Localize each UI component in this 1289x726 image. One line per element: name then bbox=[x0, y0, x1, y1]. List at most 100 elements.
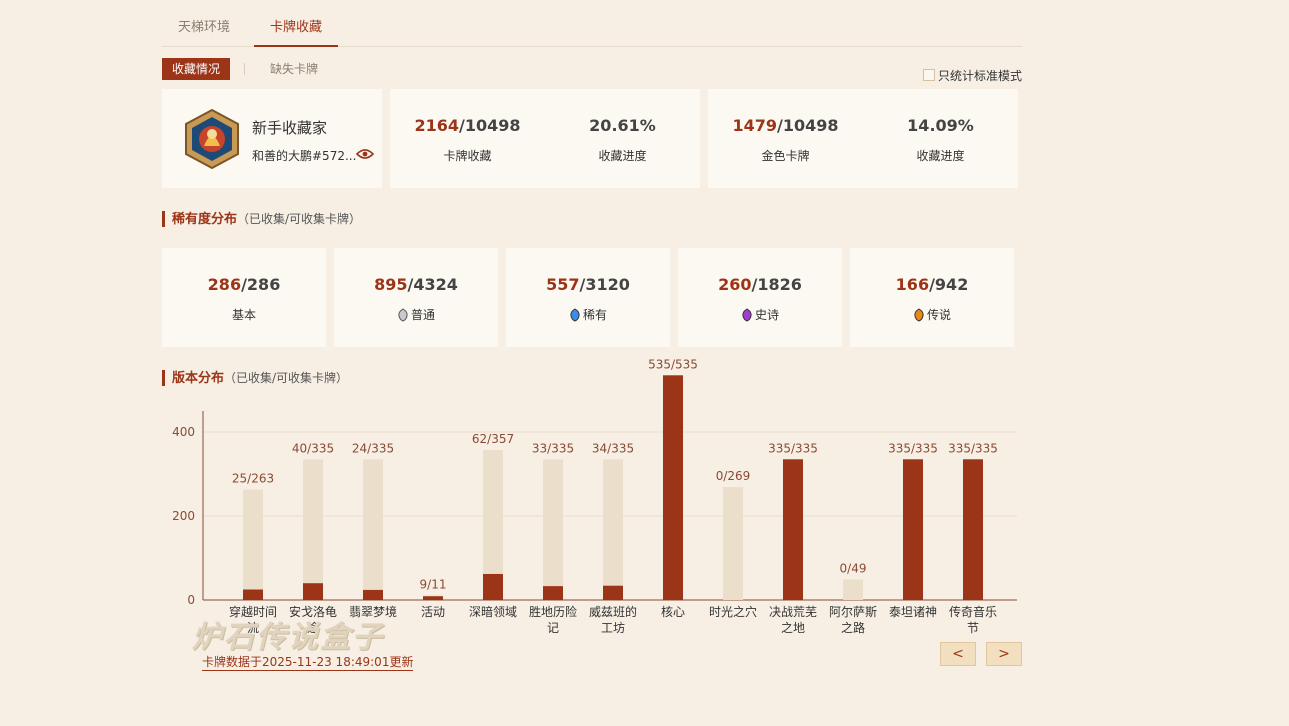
rarity-total: /4324 bbox=[407, 275, 458, 294]
x-tick-label: 核心 bbox=[661, 605, 685, 619]
rarity-owned: 557 bbox=[546, 275, 580, 294]
rarity-total: /3120 bbox=[579, 275, 630, 294]
version-bar-chart: 020040025/263穿越时间流40/335安戈洛龟途24/335翡翠梦境9… bbox=[172, 357, 1017, 635]
bar-total bbox=[363, 459, 383, 600]
rarity-owned: 260 bbox=[718, 275, 752, 294]
prev-page-button[interactable]: < bbox=[940, 642, 976, 666]
bar-total bbox=[723, 487, 743, 600]
x-tick-label: 泰坦诸神 bbox=[889, 605, 937, 619]
rare-gem-icon bbox=[570, 308, 580, 322]
x-tick-label: 传奇音乐 bbox=[949, 604, 997, 619]
golden-pct-label: 收藏进度 bbox=[916, 149, 965, 163]
golden-total: /10498 bbox=[777, 116, 839, 135]
next-page-button[interactable]: > bbox=[986, 642, 1022, 666]
rarity-card-basic: 286/286 基本 bbox=[162, 248, 326, 347]
bar-collected bbox=[543, 586, 563, 600]
bar-collected bbox=[963, 459, 983, 600]
rarity-card-rare: 557/3120 稀有 bbox=[506, 248, 670, 347]
x-tick-label: 节 bbox=[967, 621, 979, 635]
data-label: 0/269 bbox=[716, 469, 751, 483]
profile-title: 新手收藏家 bbox=[252, 119, 328, 137]
epic-gem-icon bbox=[742, 308, 752, 322]
golden-label: 金色卡牌 bbox=[761, 149, 810, 163]
rarity-card-legendary: 166/942 传说 bbox=[850, 248, 1014, 347]
bar-collected bbox=[903, 459, 923, 600]
cards-label: 卡牌收藏 bbox=[443, 149, 492, 163]
rarity-owned: 166 bbox=[895, 275, 930, 294]
checkbox-box[interactable] bbox=[923, 69, 935, 81]
data-label: 0/49 bbox=[840, 561, 867, 575]
subtab-divider bbox=[244, 63, 245, 75]
collector-badge-icon bbox=[185, 108, 239, 170]
golden-collection-card: 1479/10498 金色卡牌 14.09% 收藏进度 bbox=[708, 89, 1018, 188]
cards-pct-label: 收藏进度 bbox=[598, 149, 647, 163]
data-label: 335/335 bbox=[888, 441, 938, 455]
data-label: 335/335 bbox=[768, 441, 818, 455]
bar-collected bbox=[363, 589, 383, 600]
update-timestamp-link[interactable]: 卡牌数据于2025-11-23 18:49:01更新 bbox=[202, 653, 414, 671]
y-tick-label: 200 bbox=[172, 509, 195, 523]
x-tick-label: 活动 bbox=[421, 605, 445, 619]
data-label: 9/11 bbox=[420, 577, 447, 591]
rarity-label: 传说 bbox=[926, 308, 951, 322]
cards-pct: 20.61% bbox=[589, 116, 656, 135]
subtab-collection-status[interactable]: 收藏情况 bbox=[162, 58, 230, 80]
rarity-total: /942 bbox=[929, 275, 969, 294]
tab-ladder[interactable]: 天梯环境 bbox=[162, 10, 246, 46]
golden-pct: 14.09% bbox=[907, 116, 974, 135]
x-tick-label: 之路 bbox=[841, 620, 865, 635]
x-tick-label: 工坊 bbox=[601, 620, 625, 635]
rarity-total: /1826 bbox=[751, 275, 802, 294]
rarity-section-title: 稀有度分布（已收集/可收集卡牌） bbox=[162, 211, 361, 227]
rarity-label: 稀有 bbox=[582, 308, 607, 322]
bar-total bbox=[303, 459, 323, 600]
data-label: 535/535 bbox=[648, 357, 698, 371]
rarity-owned: 895 bbox=[374, 275, 408, 294]
data-label: 40/335 bbox=[292, 441, 334, 455]
standard-only-checkbox[interactable]: 只统计标准模式 bbox=[923, 67, 1022, 83]
bar-total bbox=[543, 459, 563, 600]
bar-collected bbox=[243, 589, 263, 600]
bar-collected bbox=[423, 596, 443, 600]
x-tick-label: 时光之穴 bbox=[709, 604, 757, 619]
rarity-card-common: 895/4324 普通 bbox=[334, 248, 498, 347]
y-tick-label: 400 bbox=[172, 425, 195, 439]
x-tick-label: 深暗领域 bbox=[469, 604, 517, 619]
rarity-title: 稀有度分布 bbox=[172, 212, 238, 227]
eye-icon[interactable] bbox=[356, 148, 374, 160]
rarity-note: （已收集/可收集卡牌） bbox=[237, 212, 362, 226]
data-label: 34/335 bbox=[592, 441, 634, 455]
cards-owned: 2164 bbox=[414, 116, 459, 135]
bar-collected bbox=[603, 585, 623, 600]
y-tick-label: 0 bbox=[187, 593, 195, 607]
bar-total bbox=[843, 579, 863, 600]
legendary-gem-icon bbox=[914, 308, 924, 322]
data-label: 25/263 bbox=[232, 472, 274, 486]
rarity-owned: 286 bbox=[207, 275, 242, 294]
standard-only-label: 只统计标准模式 bbox=[938, 69, 1023, 83]
rarity-label: 史诗 bbox=[754, 308, 779, 322]
profile-username: 和善的大鹏#572... bbox=[252, 149, 357, 163]
profile-card: 新手收藏家 和善的大鹏#572... bbox=[162, 89, 382, 188]
x-tick-label: 威兹班的 bbox=[589, 604, 637, 619]
data-label: 24/335 bbox=[352, 441, 394, 455]
bar-collected bbox=[663, 375, 683, 600]
x-tick-label: 记 bbox=[547, 621, 559, 635]
rarity-label: 普通 bbox=[410, 308, 435, 322]
data-label: 335/335 bbox=[948, 441, 998, 455]
x-tick-label: 阿尔萨斯 bbox=[829, 604, 877, 619]
bar-total bbox=[603, 459, 623, 600]
cards-total: /10498 bbox=[459, 116, 521, 135]
common-gem-icon bbox=[398, 308, 408, 322]
card-collection-card: 2164/10498 卡牌收藏 20.61% 收藏进度 bbox=[390, 89, 700, 188]
top-tabs: 天梯环境 卡牌收藏 bbox=[162, 10, 1022, 47]
x-tick-label: 之地 bbox=[781, 621, 805, 635]
rarity-card-epic: 260/1826 史诗 bbox=[678, 248, 842, 347]
subtab-missing-cards[interactable]: 缺失卡牌 bbox=[270, 58, 330, 80]
bar-collected bbox=[783, 459, 803, 600]
data-label: 33/335 bbox=[532, 441, 574, 455]
tab-collection[interactable]: 卡牌收藏 bbox=[254, 10, 338, 47]
x-tick-label: 胜地历险 bbox=[529, 604, 577, 619]
data-label: 62/357 bbox=[472, 432, 514, 446]
golden-owned: 1479 bbox=[732, 116, 777, 135]
